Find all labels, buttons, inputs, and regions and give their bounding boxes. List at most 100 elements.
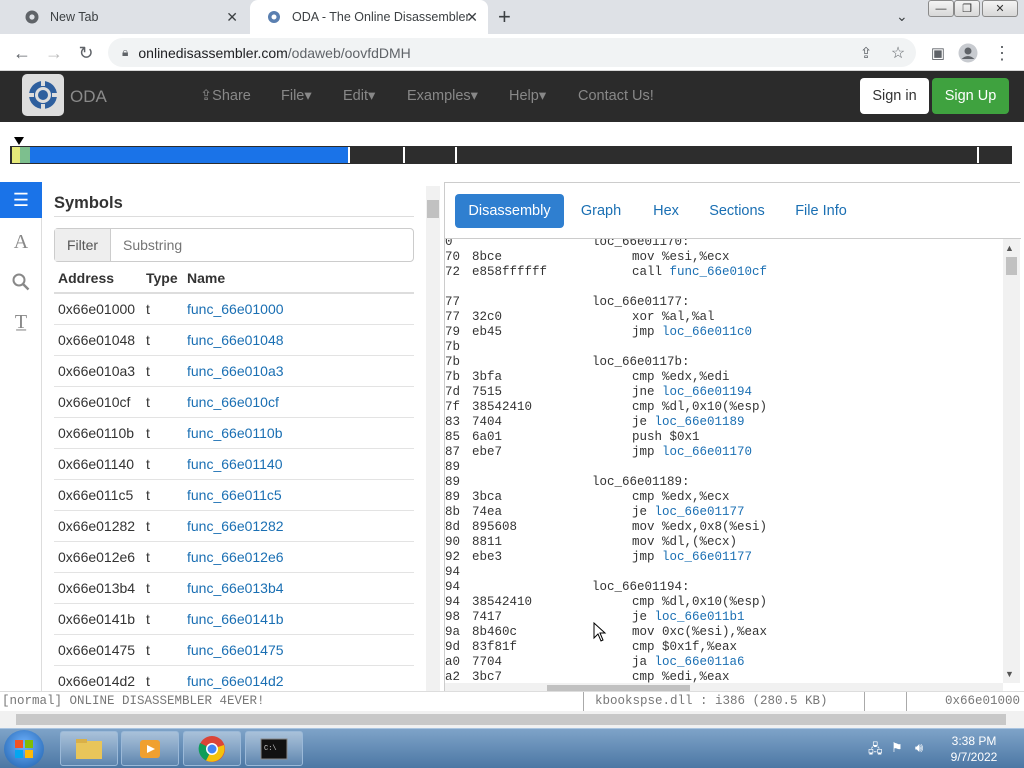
scroll-up-arrow-icon[interactable]: ▲	[1005, 243, 1014, 253]
help-menu[interactable]: Help▾	[509, 88, 546, 104]
view-tabs: Disassembly Graph Hex Sections File Info	[445, 183, 1021, 239]
symbol-row[interactable]: 0x66e01048 t func_66e01048	[54, 325, 414, 356]
disasm-target-link[interactable]: loc_66e01170	[662, 445, 752, 459]
bookmark-star-icon[interactable]: ☆	[886, 41, 910, 65]
symbol-name[interactable]: func_66e0141b	[187, 604, 284, 634]
close-window-button[interactable]: ✕	[982, 0, 1018, 17]
symbol-row[interactable]: 0x66e014d2 t func_66e014d2	[54, 666, 414, 692]
strings-icon[interactable]: A	[0, 224, 42, 260]
symbol-name[interactable]: func_66e012e6	[187, 542, 284, 572]
type-header[interactable]: Type	[146, 270, 178, 286]
taskbar-clock[interactable]: 3:38 PM 9/7/2022	[946, 733, 1002, 765]
disasm-target-link[interactable]: loc_66e01177	[662, 550, 752, 564]
tab-file-info[interactable]: File Info	[787, 194, 855, 228]
scroll-down-arrow-icon[interactable]: ▼	[1005, 669, 1014, 679]
disasm-address: 70	[445, 250, 461, 264]
menu-kebab-icon[interactable]: ⋮	[990, 41, 1014, 65]
tab-sections[interactable]: Sections	[703, 194, 771, 228]
symbol-name[interactable]: func_66e01282	[187, 511, 284, 541]
symbol-name[interactable]: func_66e0110b	[187, 418, 283, 448]
close-tab-icon[interactable]: ✕	[226, 9, 238, 26]
symbol-row[interactable]: 0x66e0141b t func_66e0141b	[54, 604, 414, 635]
chevron-down-icon[interactable]: ⌄	[896, 8, 908, 25]
listing-vertical-scrollbar[interactable]	[1003, 239, 1020, 683]
listing-scrollbar-thumb[interactable]	[1006, 257, 1017, 275]
symbol-row[interactable]: 0x66e011c5 t func_66e011c5	[54, 480, 414, 511]
examples-menu[interactable]: Examples▾	[407, 88, 478, 104]
symbol-row[interactable]: 0x66e010cf t func_66e010cf	[54, 387, 414, 418]
minimize-button[interactable]: —	[928, 0, 954, 17]
tab-hex[interactable]: Hex	[643, 194, 689, 228]
disasm-target-link[interactable]: loc_66e01177	[655, 505, 745, 519]
symbol-type: t	[146, 487, 150, 503]
symbols-scrollbar-thumb[interactable]	[427, 200, 439, 218]
symbol-row[interactable]: 0x66e010a3 t func_66e010a3	[54, 356, 414, 387]
new-tab-icon[interactable]: +	[498, 4, 511, 30]
sign-in-button[interactable]: Sign in	[860, 78, 929, 114]
share-icon[interactable]: ⇪	[854, 41, 878, 65]
side-panel-icon[interactable]: ▣	[926, 41, 950, 65]
taskbar-media-player[interactable]	[121, 731, 179, 766]
name-header[interactable]: Name	[187, 270, 225, 286]
address-bar[interactable]: 🔒︎ onlinedisassembler.com/odaweb/oovfdDM…	[108, 38, 916, 67]
section-map-code[interactable]	[30, 147, 348, 163]
text-format-icon[interactable]: T̲	[0, 304, 42, 340]
disasm-target-link[interactable]: loc_66e011b1	[655, 610, 745, 624]
volume-tray-icon[interactable]: 🔊︎	[915, 740, 923, 756]
address-header[interactable]: Address	[58, 270, 114, 286]
action-center-tray-icon[interactable]: ⚑	[891, 740, 903, 756]
edit-menu[interactable]: Edit▾	[343, 88, 375, 104]
symbol-row[interactable]: 0x66e01282 t func_66e01282	[54, 511, 414, 542]
reload-icon[interactable]: ↻	[74, 41, 98, 65]
symbol-name[interactable]: func_66e014d2	[187, 666, 284, 692]
search-icon[interactable]	[0, 264, 42, 300]
page-scrollbar-thumb[interactable]	[16, 714, 1006, 725]
taskbar-explorer[interactable]	[60, 731, 118, 766]
browser-tab-oda[interactable]: ODA - The Online Disassembler ✕	[250, 0, 488, 34]
start-button[interactable]	[4, 730, 44, 768]
disasm-target-link[interactable]: loc_66e011a6	[655, 655, 745, 669]
disasm-bytes: 3bc7	[472, 670, 503, 683]
close-tab-icon[interactable]: ✕	[466, 9, 478, 26]
symbol-row[interactable]: 0x66e0110b t func_66e0110b	[54, 418, 414, 449]
restore-button[interactable]: ❐	[954, 0, 980, 17]
disasm-mnemonic: mov %edx,0x8(%esi)	[632, 520, 768, 534]
forward-icon[interactable]: →	[42, 41, 66, 65]
contact-us-link[interactable]: Contact Us!	[578, 88, 654, 104]
symbol-row[interactable]: 0x66e01140 t func_66e01140	[54, 449, 414, 480]
symbol-name[interactable]: func_66e010cf	[187, 387, 279, 417]
list-icon[interactable]: ☰	[0, 182, 42, 218]
disasm-bytes: 8bce	[472, 250, 503, 264]
symbol-name[interactable]: func_66e010a3	[187, 356, 284, 386]
disasm-target-link[interactable]: func_66e010cf	[670, 265, 768, 279]
brand-name[interactable]: ODA	[70, 87, 107, 107]
profile-icon[interactable]	[956, 41, 980, 65]
disasm-target-link[interactable]: loc_66e011c0	[662, 325, 752, 339]
oda-logo-icon[interactable]	[22, 74, 64, 116]
taskbar-cmd[interactable]: C:\	[245, 731, 303, 766]
symbol-name[interactable]: func_66e01475	[187, 635, 284, 665]
share-nav[interactable]: ⇪Share	[200, 88, 251, 104]
symbols-scrollbar[interactable]	[426, 186, 440, 692]
disasm-target-link[interactable]: loc_66e01189	[655, 415, 745, 429]
sign-up-button[interactable]: Sign Up	[932, 78, 1009, 114]
symbol-name[interactable]: func_66e01140	[187, 449, 283, 479]
filter-input[interactable]	[111, 229, 413, 261]
tab-disassembly[interactable]: Disassembly	[455, 194, 564, 228]
browser-tab-new-tab[interactable]: New Tab ✕	[8, 0, 248, 34]
disassembly-listing[interactable]: 0 loc_66e01170: 70 8bce mov %esi,%ecx 72 e858f…	[445, 239, 1003, 683]
symbol-name[interactable]: func_66e01000	[187, 294, 284, 324]
network-tray-icon[interactable]: 🖧︎	[868, 740, 883, 762]
symbol-row[interactable]: 0x66e01000 t func_66e01000	[54, 294, 414, 325]
symbol-row[interactable]: 0x66e01475 t func_66e01475	[54, 635, 414, 666]
symbol-row[interactable]: 0x66e013b4 t func_66e013b4	[54, 573, 414, 604]
symbol-name[interactable]: func_66e011c5	[187, 480, 282, 510]
taskbar-chrome[interactable]	[183, 731, 241, 766]
symbol-name[interactable]: func_66e01048	[187, 325, 284, 355]
back-icon[interactable]: ←	[10, 41, 34, 65]
disasm-target-link[interactable]: loc_66e01194	[662, 385, 752, 399]
symbol-name[interactable]: func_66e013b4	[187, 573, 284, 603]
tab-graph[interactable]: Graph	[573, 194, 629, 228]
symbol-row[interactable]: 0x66e012e6 t func_66e012e6	[54, 542, 414, 573]
file-menu[interactable]: File▾	[281, 88, 312, 104]
